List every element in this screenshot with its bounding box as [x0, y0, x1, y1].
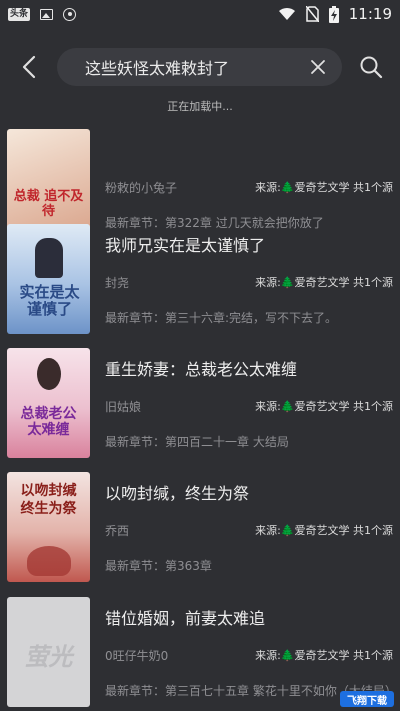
book-source: 来源:🌲爱奇艺文学 共1个源	[255, 276, 393, 289]
book-cover-title: 以吻封缄 终生为祭	[20, 483, 77, 517]
book-cover[interactable]: 总裁 追不及待	[7, 129, 90, 239]
battery-charging-icon	[328, 5, 339, 23]
no-sim-icon	[305, 6, 319, 22]
book-result-item[interactable]: 总裁老公 太难缠 重生娇妻：总裁老公太难缠 旧姑娘 来源:🌲爱奇艺文学 共1个源…	[0, 348, 400, 468]
wifi-icon	[278, 7, 295, 20]
book-cover[interactable]: 萤光	[7, 597, 90, 707]
book-latest-chapter: 最新章节：第363章	[105, 559, 212, 573]
book-source: 来源:🌲爱奇艺文学 共1个源	[255, 649, 393, 662]
book-cover-title: 实在是太谨慎了	[19, 283, 80, 318]
close-icon	[311, 60, 325, 74]
book-latest-chapter: 最新章节：第三十六章:完结，写不下去了。	[105, 311, 338, 325]
book-author: 旧姑娘	[105, 400, 142, 414]
clock: 11:19	[348, 5, 392, 23]
book-author: 0旺仔牛奶0	[105, 649, 169, 663]
book-author: 乔西	[105, 524, 130, 538]
book-author: 粉敕的小兔子	[105, 181, 178, 195]
book-latest-chapter: 最新章节：第四百二十一章 大结局	[105, 435, 289, 449]
book-result-item[interactable]: 以吻封缄 终生为祭 以吻封缄，终生为祭 乔西 来源:🌲爱奇艺文学 共1个源 最新…	[0, 472, 400, 592]
chevron-left-icon	[22, 55, 36, 79]
book-author: 封尧	[105, 276, 130, 290]
search-header: 这些妖怪太难敕封了	[0, 44, 400, 90]
search-icon	[360, 56, 383, 79]
image-notification-icon	[40, 8, 54, 20]
book-source: 来源:🌲爱奇艺文学 共1个源	[255, 524, 393, 537]
book-result-item[interactable]: 实在是太谨慎了 我师兄实在是太谨慎了 封尧 来源:🌲爱奇艺文学 共1个源 最新章…	[0, 224, 400, 344]
search-query-text: 这些妖怪太难敕封了	[85, 59, 230, 78]
book-cover[interactable]: 实在是太谨慎了	[7, 224, 90, 334]
book-cover[interactable]: 总裁老公 太难缠	[7, 348, 90, 458]
book-title: 我师兄实在是太谨慎了	[105, 236, 266, 255]
book-title: 错位婚姻，前妻太难追	[105, 609, 266, 628]
clear-search-button[interactable]	[308, 57, 328, 77]
book-cover-title: 总裁老公 太难缠	[20, 406, 77, 438]
back-button[interactable]	[14, 52, 44, 82]
search-button[interactable]	[356, 52, 386, 82]
loading-indicator: 正在加载中...	[167, 100, 233, 113]
book-cover-title: 总裁 追不及待	[13, 189, 84, 219]
search-input[interactable]: 这些妖怪太难敕封了	[57, 48, 342, 86]
book-cover[interactable]: 以吻封缄 终生为祭	[7, 472, 90, 582]
book-title: 以吻封缄，终生为祭	[105, 484, 250, 503]
vpn-notification-icon	[63, 7, 77, 21]
book-source: 来源:🌲爱奇艺文学 共1个源	[255, 181, 393, 194]
toutiao-notification-icon: 头条	[8, 7, 31, 21]
watermark-logo: 飞翔下载	[340, 691, 394, 707]
book-source: 来源:🌲爱奇艺文学 共1个源	[255, 400, 393, 413]
status-bar: 头条 11:19	[0, 0, 400, 28]
book-cover-placeholder: 萤光	[24, 642, 73, 671]
book-title: 重生娇妻：总裁老公太难缠	[105, 360, 298, 379]
